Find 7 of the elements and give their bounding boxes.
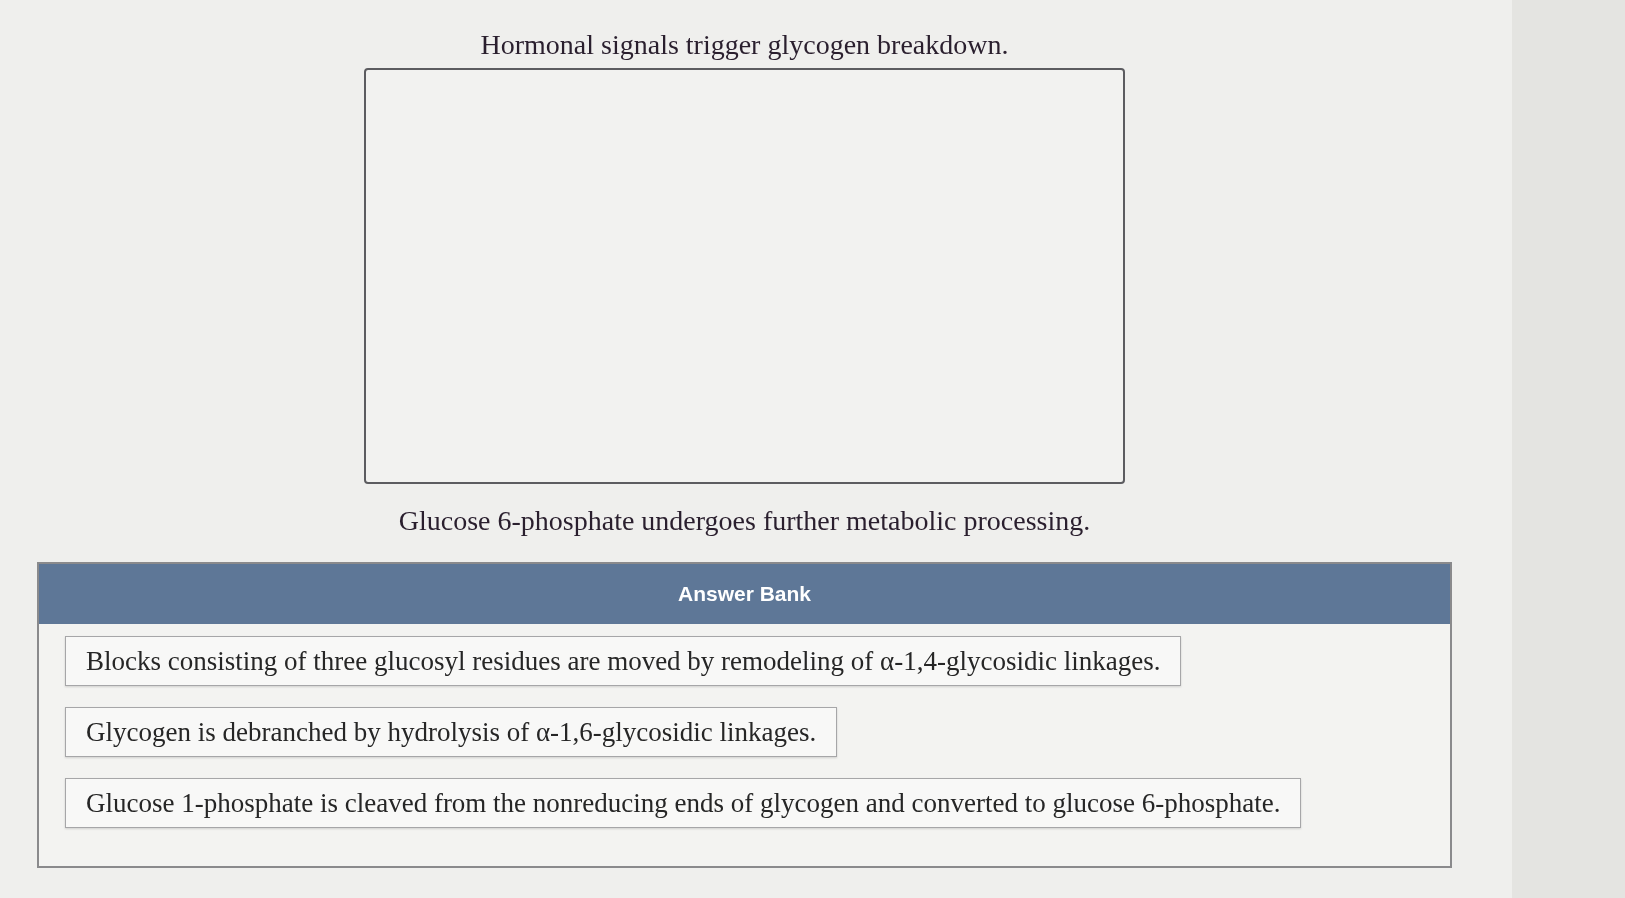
prompt-text: Hormonal signals trigger glycogen breakdown. xyxy=(480,28,1009,62)
answer-tile[interactable]: Blocks consisting of three glucosyl residues are moved by remodeling of α-1,4-glycosidic linkages. xyxy=(65,636,1182,686)
answer-tile[interactable]: Glycogen is debranched by hydrolysis of α-1,6-glycosidic linkages. xyxy=(65,707,838,757)
answer-box[interactable] xyxy=(364,68,1125,484)
prompt-text: Glucose 6-phosphate undergoes further metabolic processing. xyxy=(398,504,1091,538)
answer-bank-title: Answer Bank xyxy=(677,581,811,608)
answer-tile[interactable]: Glucose 1-phosphate is cleaved from the nonreducing ends of glycogen and converted to glucose 6-phosphate. xyxy=(65,778,1302,828)
